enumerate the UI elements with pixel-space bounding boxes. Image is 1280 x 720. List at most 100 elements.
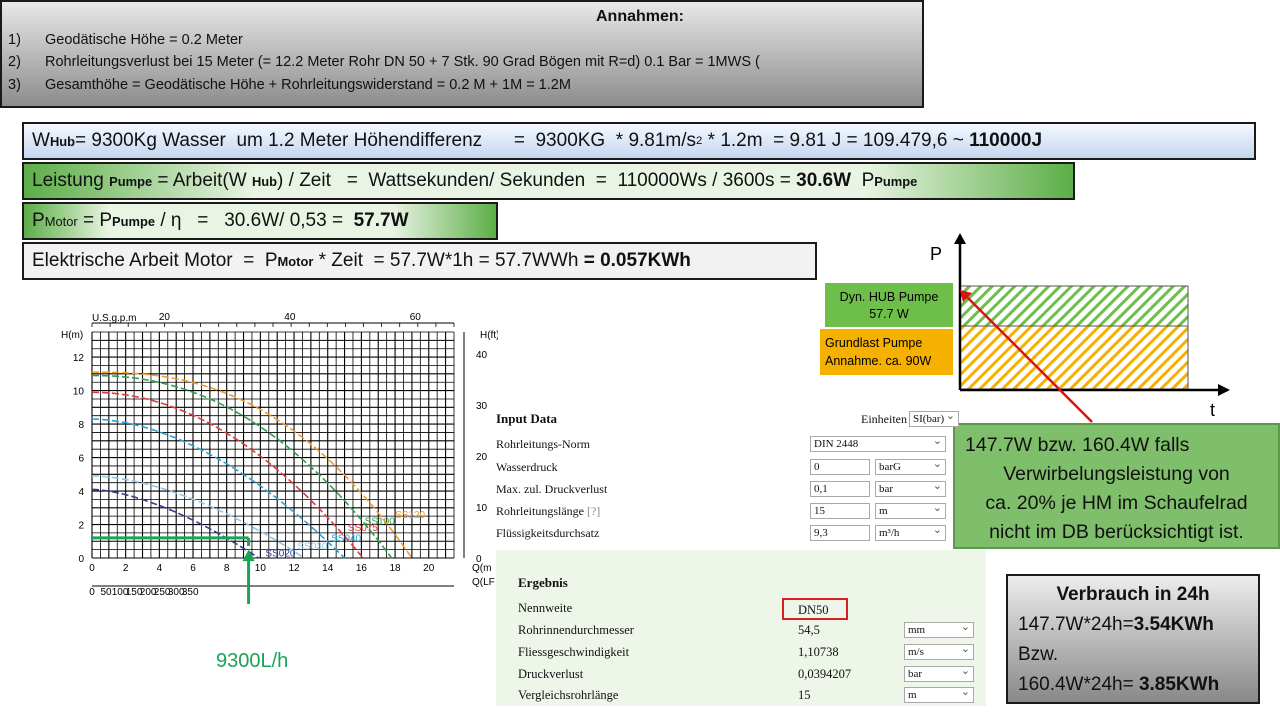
pipe-length-unit-select[interactable]: m bbox=[875, 502, 946, 519]
pipe-length-help[interactable]: [?] bbox=[587, 504, 600, 518]
assumptions-title: Annahmen: bbox=[596, 8, 684, 25]
base-load-area bbox=[959, 325, 1189, 390]
turbulence-callout: 147.7W bzw. 160.4W falls Verwirbelungsle… bbox=[953, 423, 1280, 549]
operating-flow-arrow bbox=[242, 549, 255, 562]
left-axis-tick-label: 12 bbox=[73, 353, 85, 364]
flow-velocity-unit-select[interactable]: m/s bbox=[904, 643, 974, 660]
left-axis-tick-label: 4 bbox=[78, 487, 84, 498]
pressure-loss-label: Druckverlust bbox=[518, 667, 584, 681]
nominal-size-value: DN50 bbox=[782, 598, 848, 620]
max-pressure-loss-input[interactable]: 0,1 bbox=[810, 481, 870, 497]
dyn-hub-label-1: Dyn. HUB Pumpe bbox=[840, 290, 939, 304]
inner-diameter-value: 54,5 bbox=[798, 623, 820, 637]
result-panel: Ergebnis Nennweite DN50 Rohrinnendurchme… bbox=[496, 550, 986, 706]
inner-diameter-unit-select[interactable]: mm bbox=[904, 621, 974, 638]
y-axis-label: P bbox=[930, 244, 942, 264]
flow-velocity-value: 1,10738 bbox=[798, 645, 839, 659]
formula-leistung-pumpe: Leistung Pumpe = Arbeit(W Hub) / Zeit = … bbox=[22, 162, 1075, 200]
pressure-loss-unit-select[interactable]: bar bbox=[904, 665, 974, 682]
bottom-axis-tick-label: 0 bbox=[89, 563, 95, 574]
bottom-axis-tick-label: 20 bbox=[423, 563, 435, 574]
dyn-hub-area bbox=[959, 285, 1189, 327]
right-axis-tick-label: 30 bbox=[476, 401, 488, 412]
left-axis-unit: H(m) bbox=[61, 330, 83, 341]
x-axis-label: t bbox=[1210, 400, 1215, 420]
top-axis-tick-label: 60 bbox=[410, 312, 422, 323]
top-axis-unit: U.S.g.p.m bbox=[92, 313, 136, 324]
x-axis-arrow bbox=[1218, 384, 1230, 396]
right-axis-tick-label: 10 bbox=[476, 503, 488, 514]
consumption-line-2: Bzw. bbox=[1018, 644, 1059, 665]
bottom-axis-tick-label: 4 bbox=[157, 563, 163, 574]
max-pressure-loss-unit-select[interactable]: bar bbox=[875, 480, 946, 497]
pump-curve-ss030 bbox=[91, 475, 305, 559]
equivalent-length-label: Vergleichsrohrlänge bbox=[518, 688, 619, 702]
q-unit-m3: Q(m bbox=[472, 563, 491, 574]
assumption-3: 3) Gesamthöhe = Geodätische Höhe + Rohrle… bbox=[8, 77, 571, 93]
consumption-line-3: 160.4W*24h= 3.85KWh bbox=[1018, 674, 1220, 695]
pump-curve-label: SS030 bbox=[297, 542, 327, 553]
equivalent-length-unit-select[interactable]: m bbox=[904, 686, 974, 703]
water-pressure-label: Wasserdruck bbox=[496, 460, 558, 474]
pipe-standard-select[interactable]: DIN 2448 bbox=[810, 435, 946, 452]
bottom-lpm-tick-label: 50 bbox=[100, 587, 112, 598]
input-data-form: Input Data Einheiten SI(bar) Rohrleitung… bbox=[492, 405, 962, 545]
equivalent-length-value: 15 bbox=[798, 688, 811, 702]
nominal-size-label: Nennweite bbox=[518, 601, 573, 615]
bottom-axis-tick-label: 10 bbox=[255, 563, 267, 574]
assumption-2: 2) Rohrleitungsverlust bei 15 Meter (= 12… bbox=[8, 54, 760, 70]
units-select[interactable]: SI(bar) bbox=[909, 410, 959, 427]
bottom-axis-tick-label: 14 bbox=[322, 563, 334, 574]
inner-diameter-label: Rohrinnendurchmesser bbox=[518, 623, 634, 637]
pump-curve-ss100 bbox=[91, 374, 393, 559]
y-axis-arrow bbox=[954, 233, 966, 244]
consumption-box: Verbrauch in 24h 147.7W*24h=3.54KWh Bzw.… bbox=[1006, 574, 1260, 704]
formula-elektrische-arbeit: Elektrische Arbeit Motor = P Motor * Zeit… bbox=[22, 242, 817, 280]
left-axis-tick-label: 2 bbox=[78, 521, 84, 532]
input-data-title: Input Data bbox=[496, 411, 558, 426]
dyn-hub-label-2: 57.7 W bbox=[869, 307, 909, 321]
max-pressure-loss-label: Max. zul. Druckverlust bbox=[496, 482, 608, 496]
bottom-axis-tick-label: 16 bbox=[356, 563, 368, 574]
pump-curve-grid bbox=[91, 322, 465, 587]
pipe-standard-label: Rohrleitungs-Norm bbox=[496, 437, 590, 451]
pump-curve-chart: SS020SS030SS040SS075SS100SS120 U.S.g.p.m… bbox=[61, 312, 498, 604]
top-axis-tick-label: 20 bbox=[159, 312, 171, 323]
flow-rate-input[interactable]: 9,3 bbox=[810, 525, 870, 541]
bottom-axis-tick-label: 2 bbox=[123, 563, 129, 574]
flow-rate-label: 9300L/h bbox=[216, 650, 289, 672]
bottom-axis-tick-label: 8 bbox=[224, 563, 230, 574]
base-load-label-2: Annahme. ca. 90W bbox=[825, 354, 932, 368]
pressure-loss-value: 0,0394207 bbox=[798, 667, 852, 681]
pipe-length-input[interactable]: 15 bbox=[810, 503, 870, 519]
consumption-line-1: 147.7W*24h=3.54KWh bbox=[1018, 614, 1214, 635]
base-load-label-1: Grundlast Pumpe bbox=[825, 336, 922, 350]
pump-curve-label: SS120 bbox=[395, 510, 425, 521]
flow-rate-unit-select[interactable]: m³/h bbox=[875, 524, 946, 541]
bottom-axis-tick-label: 18 bbox=[390, 563, 402, 574]
left-axis-tick-label: 6 bbox=[78, 454, 84, 465]
flow-rate-field-label: Flüssigkeitsdurchsatz bbox=[496, 526, 600, 540]
consumption-title: Verbrauch in 24h bbox=[1056, 584, 1210, 605]
water-pressure-input[interactable]: 0 bbox=[810, 459, 870, 475]
left-axis-tick-label: 8 bbox=[78, 420, 84, 431]
bottom-axis-tick-label: 12 bbox=[288, 563, 300, 574]
formula-p-motor: P Motor = P Pumpe / η = 30.6W/ 0,53 = 57.7… bbox=[22, 202, 498, 240]
right-axis-tick-label: 40 bbox=[476, 350, 488, 361]
flow-velocity-label: Fliessgeschwindigkeit bbox=[518, 645, 630, 659]
formula-w-hub: W Hub = 9300Kg Wasser um 1.2 Meter Höhendi… bbox=[22, 122, 1256, 160]
units-label: Einheiten bbox=[861, 412, 907, 426]
left-axis-tick-label: 0 bbox=[78, 554, 84, 565]
left-axis-tick-label: 10 bbox=[73, 387, 85, 398]
bottom-lpm-tick-label: 350 bbox=[182, 587, 199, 598]
water-pressure-unit-select[interactable]: barG bbox=[875, 458, 946, 475]
assumptions-box: Annahmen: 1) Geodätische Höhe = 0.2 Meter… bbox=[0, 0, 924, 108]
result-title: Ergebnis bbox=[518, 575, 568, 590]
right-axis-tick-label: 20 bbox=[476, 452, 488, 463]
bottom-lpm-tick-label: 0 bbox=[89, 587, 95, 598]
assumption-1: 1) Geodätische Höhe = 0.2 Meter bbox=[8, 32, 243, 48]
pipe-length-label: Rohrleitungslänge [?] bbox=[496, 504, 601, 518]
pump-curve-label: SS100 bbox=[365, 517, 395, 528]
bottom-axis-tick-label: 6 bbox=[190, 563, 196, 574]
top-axis-tick-label: 40 bbox=[284, 312, 296, 323]
